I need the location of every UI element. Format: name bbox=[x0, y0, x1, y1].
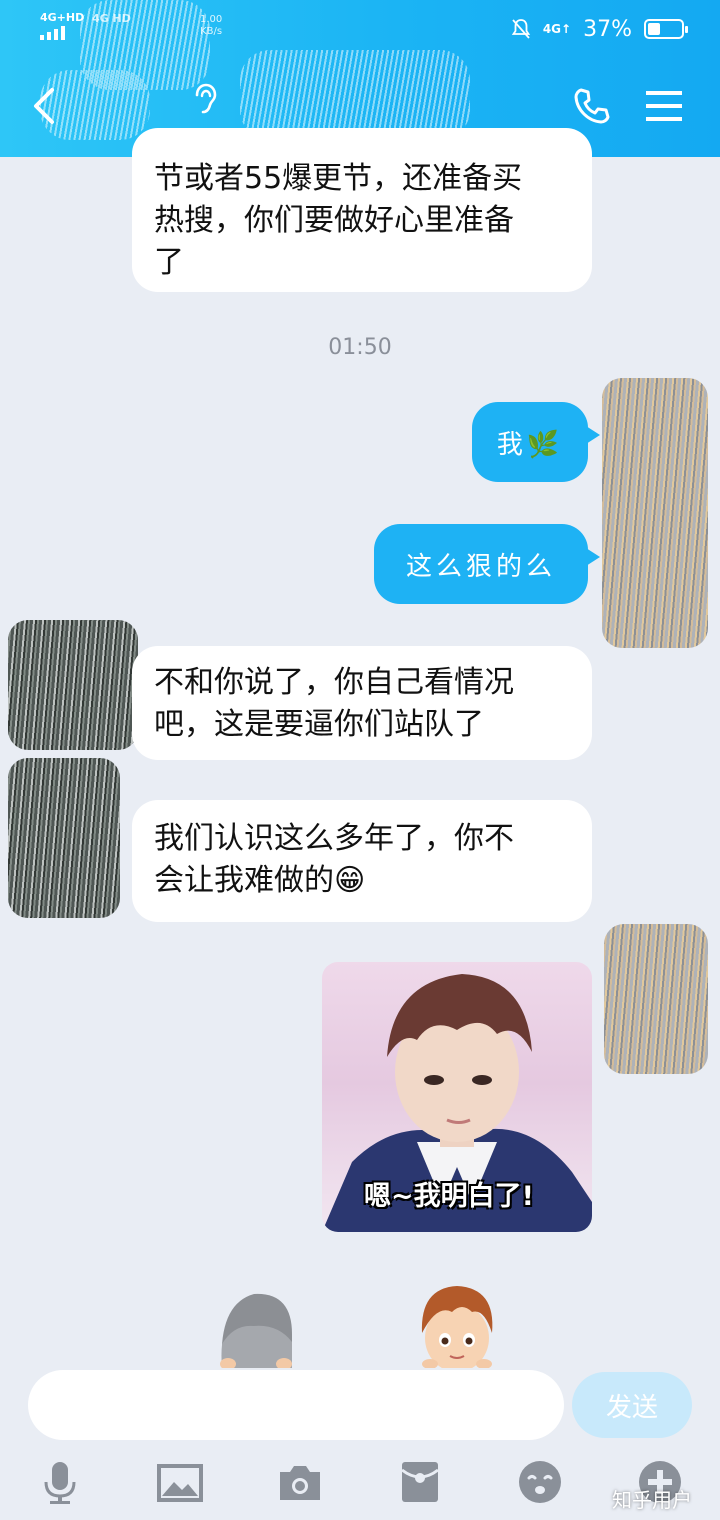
peeking-avatar-cartoon-icon bbox=[421, 1286, 493, 1368]
message-line: 会让我难做的😁 bbox=[154, 863, 366, 898]
redaction-scribble bbox=[240, 50, 470, 140]
avatar[interactable] bbox=[8, 620, 138, 750]
message-bubble-incoming[interactable]: 不和你说了，你自己看情况 吧，这是要逼你们站队了 bbox=[132, 646, 592, 760]
network-speed: 1.00 KB/s bbox=[200, 14, 222, 38]
menu-icon[interactable] bbox=[644, 88, 684, 124]
battery-icon bbox=[644, 19, 688, 39]
message-line: 节或者55爆更节，还准备买 bbox=[154, 161, 523, 196]
chevron-left-icon[interactable] bbox=[26, 84, 66, 128]
message-line: 吧，这是要逼你们站队了 bbox=[154, 707, 484, 742]
watermark: 知乎用户 bbox=[612, 1488, 692, 1512]
speed-value: 1.00 bbox=[200, 14, 223, 25]
message-text: 我🌿 bbox=[496, 429, 564, 460]
ear-icon[interactable] bbox=[190, 82, 220, 116]
message-input[interactable] bbox=[28, 1370, 564, 1440]
send-button[interactable]: 发送 bbox=[572, 1372, 692, 1438]
message-timestamp: 01:50 bbox=[328, 335, 392, 360]
status-bar: 4G+HD 4G HD 1.00 KB/s 4G↑ 37% bbox=[0, 0, 720, 56]
status-right: 4G↑ 37% bbox=[511, 14, 688, 44]
message-bubble-incoming[interactable]: 我们认识这么多年了，你不 会让我难做的😁 bbox=[132, 800, 592, 922]
camera-icon[interactable] bbox=[276, 1458, 324, 1506]
mute-bell-icon bbox=[511, 19, 531, 39]
peeking-avatar-grey-icon bbox=[220, 1293, 292, 1368]
message-line: 我们认识这么多年了，你不 bbox=[154, 821, 514, 856]
battery-level bbox=[648, 23, 660, 35]
avatar[interactable] bbox=[604, 924, 708, 1074]
message-bubble-outgoing[interactable]: 我🌿 bbox=[472, 402, 600, 482]
network-indicator: 4G+HD bbox=[40, 11, 85, 24]
speed-unit: KB/s bbox=[200, 26, 223, 37]
message-line: 不和你说了，你自己看情况 bbox=[154, 665, 514, 700]
red-packet-icon[interactable] bbox=[396, 1458, 444, 1506]
message-bubble-incoming[interactable]: 节或者55爆更节，还准备买 热搜，你们要做好心里准备 了 bbox=[132, 128, 592, 292]
network-indicator-secondary: 4G HD bbox=[92, 12, 131, 25]
avatar[interactable] bbox=[8, 758, 120, 918]
message-bubble-outgoing[interactable]: 这么狠的么 bbox=[374, 524, 600, 604]
sticker-image-message[interactable]: 嗯~我明白了! bbox=[322, 962, 592, 1232]
network-4g: 4G↑ bbox=[542, 22, 572, 36]
signal-bars-icon bbox=[40, 26, 74, 40]
message-line: 热搜，你们要做好心里准备 bbox=[154, 203, 514, 238]
phone-icon[interactable] bbox=[572, 86, 612, 126]
message-line: 了 bbox=[154, 245, 184, 280]
battery-percent: 37% bbox=[583, 16, 632, 42]
emoji-icon[interactable] bbox=[516, 1458, 564, 1506]
microphone-icon[interactable] bbox=[36, 1458, 84, 1506]
image-icon[interactable] bbox=[156, 1458, 204, 1506]
avatar[interactable] bbox=[602, 378, 708, 648]
bubble-tail bbox=[586, 426, 600, 444]
bubble-tail bbox=[586, 548, 600, 566]
message-text: 这么狠的么 bbox=[405, 551, 556, 582]
sticker-caption: 嗯~我明白了! bbox=[364, 1181, 534, 1212]
